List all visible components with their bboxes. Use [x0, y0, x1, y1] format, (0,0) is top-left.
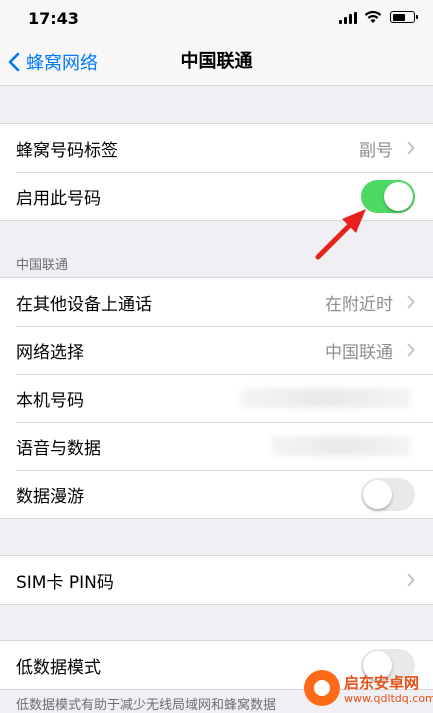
- row-number-label[interactable]: 蜂窝号码标签 副号: [0, 124, 433, 172]
- status-icons: [335, 10, 418, 26]
- section-header-carrier: 中国联通: [16, 258, 69, 273]
- blurred-voice-data-value: [271, 436, 411, 456]
- row-label: 蜂窝号码标签: [16, 140, 118, 161]
- row-voice-and-data[interactable]: 语音与数据: [0, 422, 433, 470]
- row-label: 数据漫游: [16, 486, 84, 507]
- carrier-settings-group: 在其他设备上通话 在附近时 网络选择 中国联通 本机号码 语音与数据 数据漫游: [0, 277, 433, 519]
- row-value: 中国联通: [325, 342, 393, 363]
- toggle-knob: [363, 479, 392, 509]
- row-network-selection[interactable]: 网络选择 中国联通: [0, 326, 433, 374]
- back-button[interactable]: 蜂窝网络: [8, 38, 98, 86]
- watermark-url: www.qdltdq.com: [344, 692, 433, 705]
- chevron-right-icon: [407, 141, 415, 155]
- row-data-roaming: 数据漫游: [0, 470, 433, 518]
- sim-pin-group: SIM卡 PIN码: [0, 555, 433, 605]
- row-label: 本机号码: [16, 390, 84, 411]
- red-arrow-icon: [315, 209, 366, 260]
- row-calls-on-other-devices[interactable]: 在其他设备上通话 在附近时: [0, 278, 433, 326]
- battery-icon: [390, 11, 418, 23]
- row-label: 低数据模式: [16, 657, 101, 678]
- low-data-mode-note: 低数据模式有助于减少无线局域网和蜂窝数据: [16, 698, 277, 713]
- row-label: 在其他设备上通话: [16, 294, 152, 315]
- chevron-right-icon: [407, 295, 415, 309]
- status-time: 17:43: [28, 9, 79, 28]
- data-roaming-toggle[interactable]: [361, 477, 415, 511]
- toggle-knob: [384, 181, 413, 211]
- chevron-right-icon: [407, 343, 415, 357]
- status-bar: 17:43: [0, 0, 433, 38]
- row-label: 网络选择: [16, 342, 84, 363]
- watermark-logo-icon: [304, 670, 340, 706]
- watermark: 启东安卓网 www.qdltdq.com: [300, 668, 433, 708]
- row-value: 在附近时: [325, 294, 393, 315]
- chevron-right-icon: [407, 573, 415, 587]
- watermark-title: 启东安卓网: [344, 674, 420, 692]
- wifi-icon: [364, 10, 382, 23]
- row-label: 语音与数据: [16, 438, 101, 459]
- row-sim-pin[interactable]: SIM卡 PIN码: [0, 556, 433, 604]
- navigation-bar: 中国联通 蜂窝网络: [0, 38, 433, 86]
- cellular-signal-icon: [339, 12, 357, 24]
- row-label: SIM卡 PIN码: [16, 572, 114, 593]
- back-chevron-icon: [8, 52, 20, 72]
- back-button-label: 蜂窝网络: [26, 53, 98, 74]
- row-my-number[interactable]: 本机号码: [0, 374, 433, 422]
- row-value: 副号: [359, 140, 393, 161]
- blurred-phone-number: [241, 388, 411, 408]
- row-label: 启用此号码: [16, 188, 101, 209]
